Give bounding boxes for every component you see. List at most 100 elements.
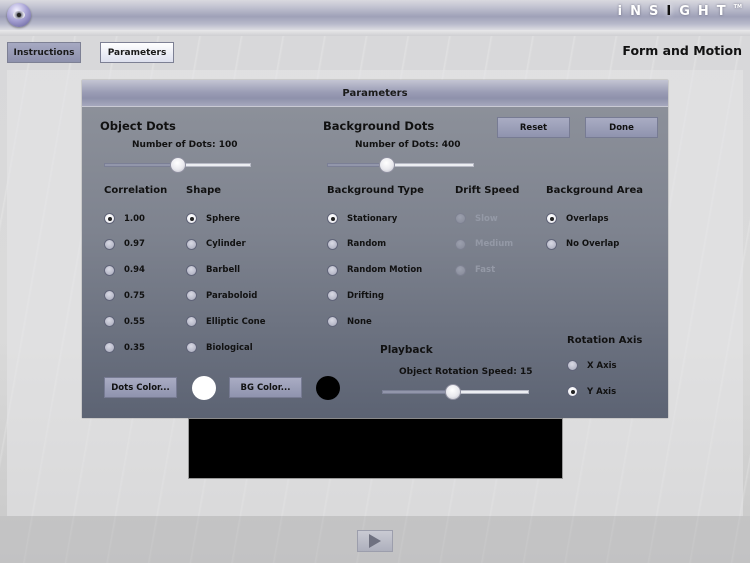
rotation-speed-slider[interactable] [382, 384, 529, 400]
shape-option-biological[interactable]: Biological [186, 342, 253, 353]
object-dots-slider[interactable] [104, 157, 251, 173]
bg-color-button[interactable]: BG Color... [229, 377, 302, 398]
radio-label: 0.94 [124, 265, 145, 276]
drift-speed-title: Drift Speed [455, 185, 520, 196]
background-type-option-stationary[interactable]: Stationary [327, 213, 397, 224]
object-dots-title: Object Dots [100, 119, 176, 133]
background-dots-title: Background Dots [323, 119, 435, 133]
brand-text-mid: I [666, 4, 680, 19]
shape-title: Shape [186, 185, 222, 196]
radio-button-icon[interactable] [104, 238, 115, 250]
radio-button-icon[interactable] [546, 213, 557, 224]
radio-label: Paraboloid [206, 290, 258, 301]
rotation-axis-option-x-axis[interactable]: X Axis [567, 360, 617, 371]
radio-label: 1.00 [124, 213, 145, 224]
shape-option-cylinder[interactable]: Cylinder [186, 238, 246, 250]
slider-track-empty [452, 390, 529, 394]
slider-thumb[interactable] [444, 384, 461, 400]
slider-track-filled [104, 163, 178, 167]
radio-button-icon[interactable] [186, 264, 197, 276]
radio-label: Sphere [206, 213, 240, 224]
slider-track-empty [177, 163, 251, 167]
radio-button-icon[interactable] [327, 213, 338, 224]
radio-label: Random [347, 239, 387, 250]
radio-button-icon[interactable] [186, 316, 197, 328]
radio-button-icon[interactable] [104, 342, 115, 353]
slider-thumb[interactable] [379, 157, 396, 173]
stimulus-preview [188, 418, 563, 479]
radio-button-icon[interactable] [104, 316, 115, 328]
rotation-axis-option-y-axis[interactable]: Y Axis [567, 386, 616, 397]
top-bar: iNSIGHTTM [0, 0, 750, 30]
dots-color-button[interactable]: Dots Color... [104, 377, 177, 398]
radio-button-icon[interactable] [104, 290, 115, 302]
bg-color-swatch[interactable] [316, 376, 340, 400]
radio-label: Elliptic Cone [206, 316, 266, 327]
radio-button-icon[interactable] [104, 264, 115, 276]
radio-label: 0.75 [124, 290, 145, 301]
radio-button-icon[interactable] [104, 213, 115, 224]
dots-color-swatch[interactable] [192, 376, 216, 400]
radio-button-icon [455, 213, 466, 224]
radio-button-icon[interactable] [567, 386, 578, 397]
background-area-option-no-overlap[interactable]: No Overlap [546, 238, 619, 250]
eye-logo-icon[interactable] [7, 3, 31, 27]
radio-label: None [347, 316, 372, 327]
background-type-title: Background Type [327, 185, 424, 196]
shape-option-elliptic-cone[interactable]: Elliptic Cone [186, 316, 266, 328]
rotation-axis-title: Rotation Axis [567, 335, 643, 346]
shape-option-barbell[interactable]: Barbell [186, 264, 241, 276]
done-button[interactable]: Done [585, 117, 658, 138]
brand-text-pre: iNS [617, 4, 667, 19]
radio-button-icon[interactable] [546, 238, 557, 250]
radio-button-icon[interactable] [186, 238, 197, 250]
radio-button-icon[interactable] [186, 290, 197, 302]
top-bar-divider [0, 30, 750, 36]
insight-logo: iNSIGHTTM [618, 4, 742, 19]
slider-thumb[interactable] [169, 157, 186, 173]
shape-option-sphere[interactable]: Sphere [186, 213, 240, 224]
correlation-option-1-00[interactable]: 1.00 [104, 213, 145, 224]
radio-button-icon[interactable] [327, 264, 338, 276]
radio-button-icon[interactable] [567, 360, 578, 371]
radio-button-icon[interactable] [186, 342, 197, 353]
background-type-option-none[interactable]: None [327, 316, 372, 328]
radio-button-icon[interactable] [186, 213, 197, 224]
correlation-option-0-55[interactable]: 0.55 [104, 316, 145, 328]
parameters-button[interactable]: Parameters [100, 42, 174, 63]
brand-text-post: GHT [679, 4, 734, 19]
shape-option-paraboloid[interactable]: Paraboloid [186, 290, 258, 302]
radio-label: Fast [475, 265, 496, 276]
background-type-option-random-motion[interactable]: Random Motion [327, 264, 423, 276]
radio-label: Slow [475, 213, 498, 224]
slider-track-empty [387, 163, 474, 167]
correlation-option-0-94[interactable]: 0.94 [104, 264, 145, 276]
background-type-option-random[interactable]: Random [327, 238, 387, 250]
background-dots-slider[interactable] [327, 157, 474, 173]
instructions-button[interactable]: Instructions [7, 42, 81, 63]
radio-button-icon[interactable] [327, 290, 338, 302]
play-button[interactable] [357, 530, 393, 552]
radio-label: Overlaps [566, 213, 609, 224]
radio-label: Biological [206, 342, 253, 353]
radio-label: Drifting [347, 290, 384, 301]
playback-title: Playback [380, 344, 433, 356]
radio-label: 0.55 [124, 316, 145, 327]
radio-button-icon [455, 264, 466, 276]
correlation-option-0-75[interactable]: 0.75 [104, 290, 145, 302]
radio-label: 0.97 [124, 239, 145, 250]
correlation-option-0-35[interactable]: 0.35 [104, 342, 145, 353]
page-title: Form and Motion [622, 43, 742, 58]
radio-label: Barbell [206, 265, 241, 276]
radio-button-icon[interactable] [327, 238, 338, 250]
correlation-option-0-97[interactable]: 0.97 [104, 238, 145, 250]
background-area-option-overlaps[interactable]: Overlaps [546, 213, 609, 224]
trademark: TM [733, 4, 742, 10]
drift-speed-option-fast: Fast [455, 264, 496, 276]
radio-button-icon[interactable] [327, 316, 338, 328]
slider-track-filled [327, 163, 388, 167]
radio-label: Random Motion [347, 265, 423, 276]
object-dots-count-label: Number of Dots: 100 [132, 140, 238, 150]
background-type-option-drifting[interactable]: Drifting [327, 290, 384, 302]
reset-button[interactable]: Reset [497, 117, 570, 138]
